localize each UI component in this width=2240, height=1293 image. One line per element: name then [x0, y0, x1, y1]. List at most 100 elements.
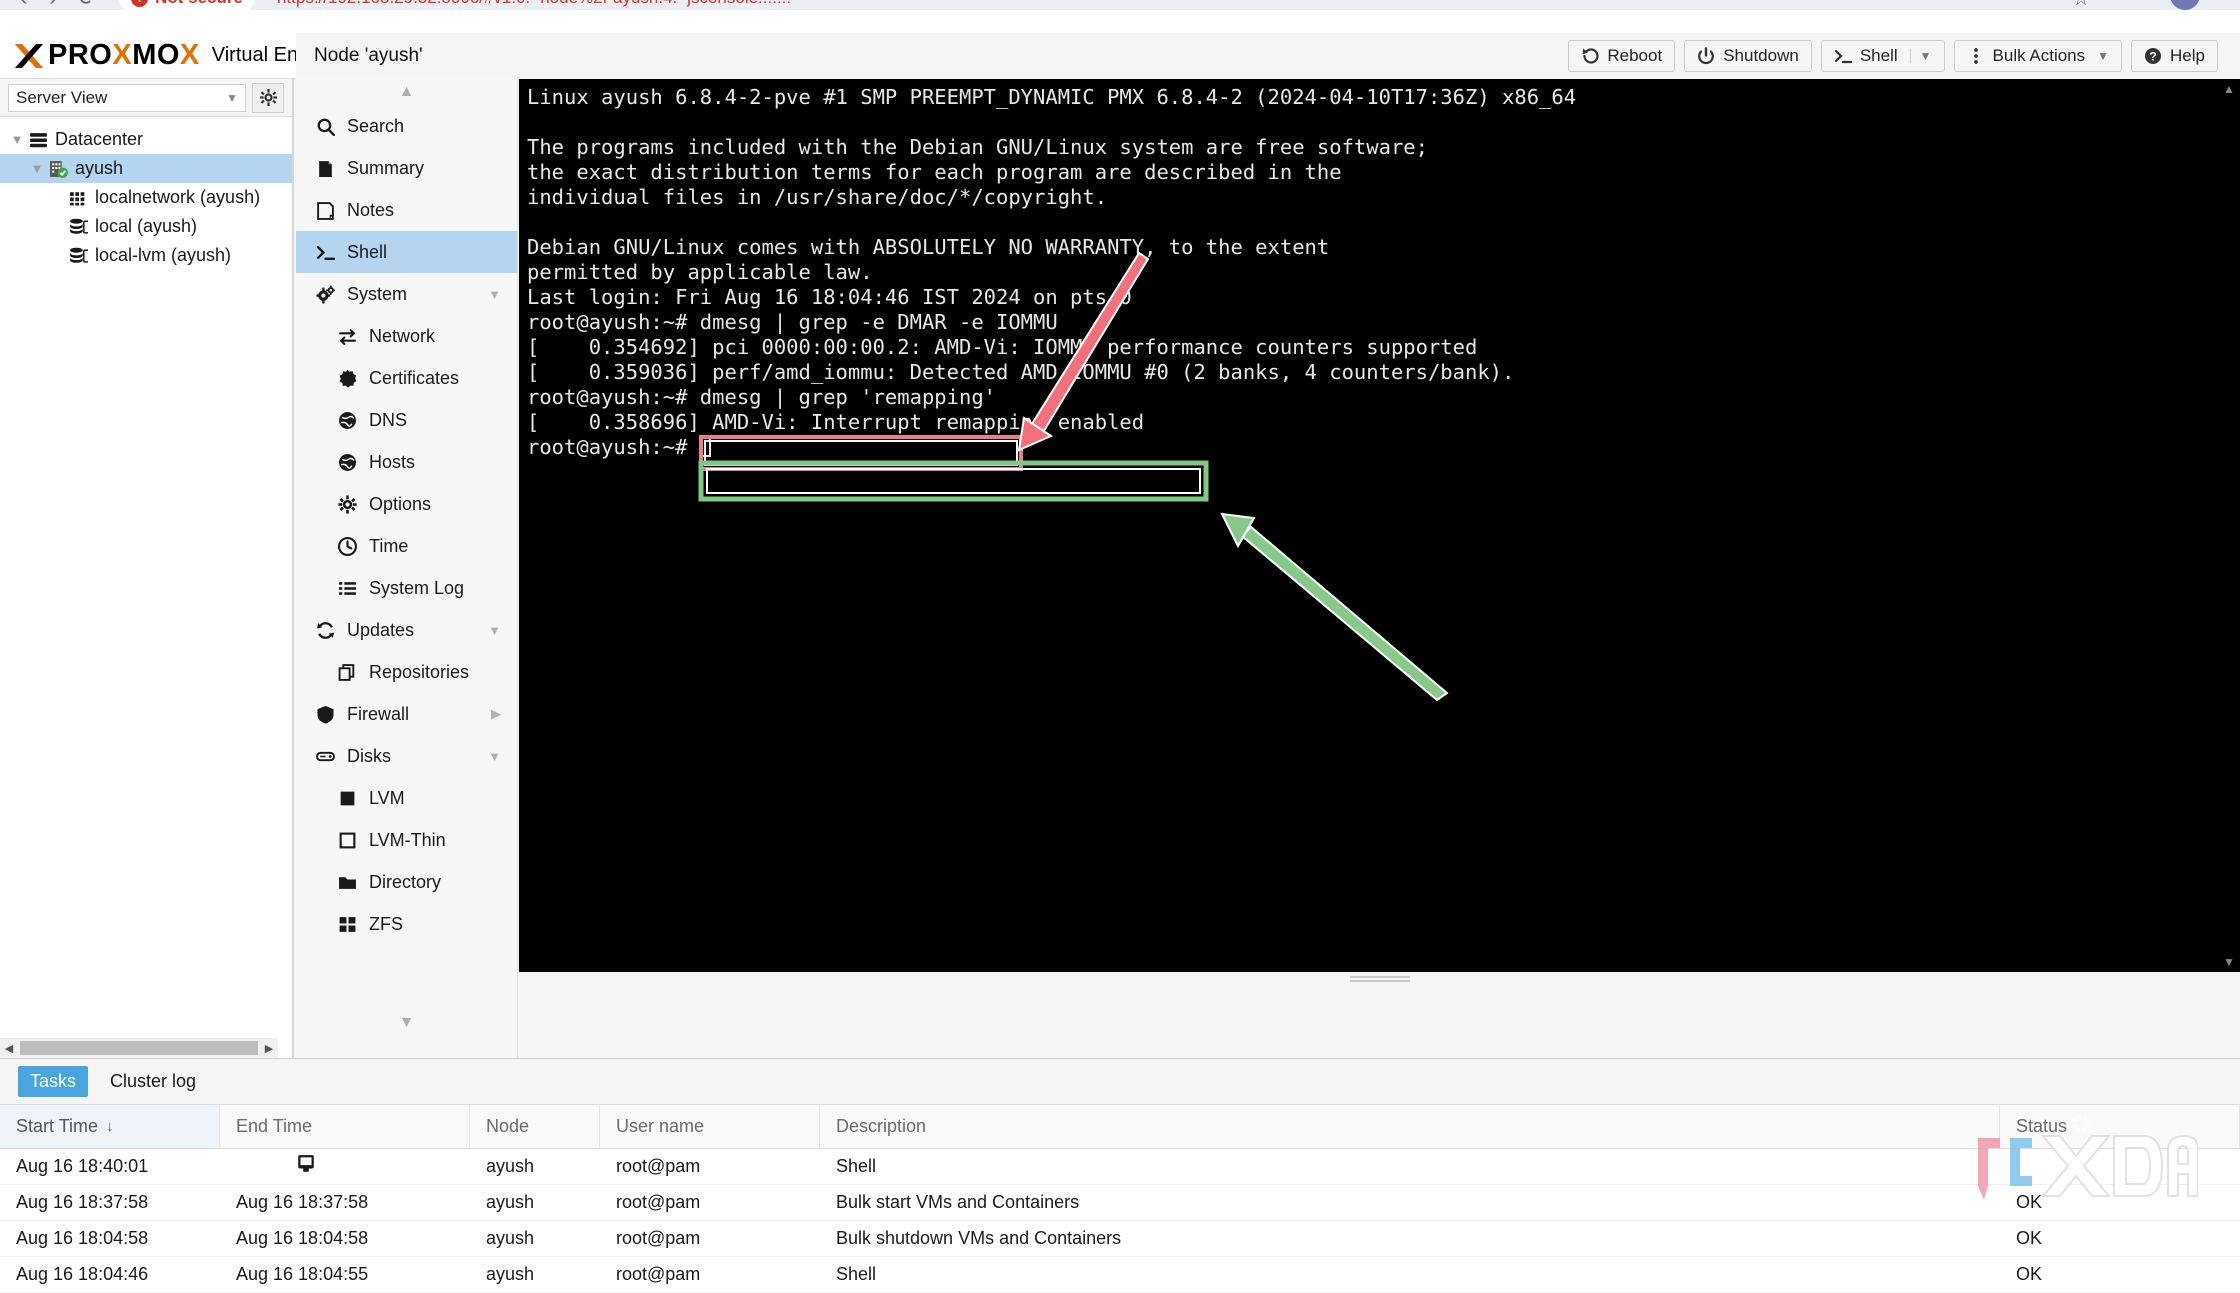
- proxmox-x-icon: [15, 43, 43, 68]
- menu-item-lvm[interactable]: LVM: [296, 777, 517, 819]
- tree-settings-button[interactable]: [252, 82, 284, 113]
- site-security-indicator[interactable]: ! Not secure: [119, 0, 255, 10]
- cell-end-time: Aug 16 18:04:58: [236, 1228, 369, 1248]
- shell-terminal[interactable]: Linux ayush 6.8.4-2-pve #1 SMP PREEMPT_D…: [519, 79, 2240, 972]
- menu-scroll-up-icon[interactable]: ▲: [296, 79, 517, 105]
- tab-cluster-log[interactable]: Cluster log: [98, 1066, 208, 1097]
- column-header-node[interactable]: Node: [470, 1105, 600, 1148]
- cell-start-time: Aug 16 18:04:58: [16, 1228, 149, 1248]
- scroll-right-icon[interactable]: ▶: [260, 1042, 278, 1055]
- help-icon: ?: [2144, 47, 2162, 65]
- tree-item-local[interactable]: local (ayush): [0, 212, 292, 241]
- reboot-button[interactable]: Reboot: [1568, 40, 1676, 72]
- expander-down-icon[interactable]: ▼: [28, 161, 46, 176]
- menu-item-shell[interactable]: Shell: [296, 231, 517, 273]
- menu-item-dns[interactable]: DNS: [296, 399, 517, 441]
- cell-description: Bulk shutdown VMs and Containers: [836, 1228, 1122, 1248]
- tree-horizontal-scrollbar[interactable]: ◀ ▶: [0, 1038, 278, 1058]
- menu-item-summary[interactable]: Summary: [296, 147, 517, 189]
- tab-tasks[interactable]: Tasks: [18, 1066, 89, 1097]
- clock-icon: [336, 536, 358, 556]
- column-header-description[interactable]: Description: [820, 1105, 2000, 1148]
- menu-item-system[interactable]: System ▼: [296, 273, 517, 315]
- menu-item-options[interactable]: Options: [296, 483, 517, 525]
- menu-item-directory[interactable]: Directory: [296, 861, 517, 903]
- globe-icon: [338, 453, 356, 471]
- cell-node: ayush: [486, 1228, 535, 1248]
- page-title: Node 'ayush': [314, 45, 423, 66]
- column-header-start-time[interactable]: Start Time ↓: [0, 1105, 220, 1148]
- shell-label: Shell: [1859, 46, 1898, 65]
- chevron-down-icon[interactable]: ▼: [2097, 49, 2109, 63]
- tree-item-local-lvm[interactable]: local-lvm (ayush): [0, 241, 292, 270]
- tasks-tabbar: Tasks Cluster log: [0, 1059, 2240, 1105]
- scrollbar-thumb[interactable]: [20, 1041, 258, 1055]
- menu-scroll-down-icon[interactable]: ▼: [296, 1010, 517, 1036]
- shell-prompt-icon: [314, 243, 336, 262]
- reload-icon[interactable]: ⟳: [79, 0, 97, 9]
- menu-item-notes[interactable]: Notes: [296, 189, 517, 231]
- certificate-icon: [338, 369, 356, 388]
- forward-arrow-icon[interactable]: ›: [49, 0, 56, 9]
- expander-down-icon[interactable]: ▼: [8, 132, 26, 147]
- tree-item-datacenter[interactable]: ▼ Datacenter: [0, 125, 292, 154]
- storage-icon: [66, 217, 90, 236]
- bulk-actions-button[interactable]: Bulk Actions ▼: [1953, 40, 2123, 72]
- table-row[interactable]: Aug 16 18:04:46 Aug 16 18:04:55 ayush root@…: [0, 1257, 2240, 1293]
- cell-status: OK: [2016, 1264, 2043, 1284]
- lvm-thin-square-icon: [339, 832, 355, 848]
- menu-item-firewall[interactable]: Firewall ▶: [296, 693, 517, 735]
- star-icon[interactable]: ☆: [2072, 0, 2090, 10]
- table-row[interactable]: Aug 16 18:40:01 ayush root@pam Shell: [0, 1149, 2240, 1185]
- help-button[interactable]: ? Help: [2131, 40, 2218, 72]
- tree-item-ayush[interactable]: ▼ ayush: [0, 154, 292, 183]
- avatar[interactable]: A: [2170, 0, 2200, 10]
- panel-resizer[interactable]: [519, 972, 2240, 1058]
- view-selector[interactable]: Server View ▼: [8, 83, 246, 112]
- table-row[interactable]: Aug 16 18:37:58 Aug 16 18:37:58 ayush root@…: [0, 1185, 2240, 1221]
- repositories-icon: [338, 663, 354, 681]
- menu-item-label: Summary: [347, 157, 425, 178]
- node-titlebar: Node 'ayush' Reboot Shutdown Shell ▼ Bulk Ac…: [296, 33, 2240, 79]
- menu-item-disks[interactable]: Disks ▼: [296, 735, 517, 777]
- menu-item-lvm-thin[interactable]: LVM-Thin: [296, 819, 517, 861]
- shield-icon: [314, 705, 336, 724]
- menu-item-time[interactable]: Time: [296, 525, 517, 567]
- menu-item-label: Search: [347, 115, 405, 136]
- proxmox-logo[interactable]: PRO X MO X: [12, 40, 200, 72]
- zfs-grid-icon: [336, 915, 358, 934]
- help-icon: ?: [2145, 48, 2162, 64]
- menu-item-search[interactable]: Search: [296, 105, 517, 147]
- menu-item-system-log[interactable]: System Log: [296, 567, 517, 609]
- chevron-down-icon[interactable]: ▼: [488, 287, 501, 302]
- back-arrow-icon[interactable]: ‹: [20, 0, 27, 9]
- scroll-down-icon[interactable]: ▼: [2223, 952, 2235, 972]
- shell-button[interactable]: Shell ▼: [1820, 40, 1945, 72]
- scroll-up-icon[interactable]: ▲: [2223, 79, 2235, 99]
- lvm-thin-square-icon: [336, 831, 358, 850]
- terminal-scrollbar[interactable]: ▲ ▼: [2218, 79, 2240, 972]
- menu-item-zfs[interactable]: ZFS: [296, 903, 517, 945]
- system-gears-icon: [314, 285, 336, 304]
- column-header-status[interactable]: Status: [2000, 1105, 2240, 1148]
- column-header-end-time[interactable]: End Time: [220, 1105, 470, 1148]
- chevron-down-icon[interactable]: ▼: [488, 749, 501, 764]
- tree-item-localnetwork[interactable]: localnetwork (ayush): [0, 183, 292, 212]
- search-icon: [317, 118, 335, 136]
- menu-item-certificates[interactable]: Certificates: [296, 357, 517, 399]
- address-bar[interactable]: https://192.168.29.32:8006/#v1:0:=node%2…: [277, 0, 791, 8]
- shutdown-button[interactable]: Shutdown: [1684, 40, 1812, 72]
- menu-item-updates[interactable]: Updates ▼: [296, 609, 517, 651]
- menu-item-repositories[interactable]: Repositories: [296, 651, 517, 693]
- chevron-down-icon[interactable]: ▼: [488, 623, 501, 638]
- column-label: Description: [836, 1116, 927, 1136]
- table-row[interactable]: Aug 16 18:04:58 Aug 16 18:04:58 ayush root@…: [0, 1221, 2240, 1257]
- column-header-user-name[interactable]: User name: [600, 1105, 820, 1148]
- chevron-right-icon[interactable]: ▶: [491, 706, 501, 722]
- scroll-left-icon[interactable]: ◀: [0, 1042, 18, 1055]
- menu-item-label: Notes: [347, 199, 395, 220]
- menu-item-hosts[interactable]: Hosts: [296, 441, 517, 483]
- menu-item-network[interactable]: Network: [296, 315, 517, 357]
- help-label: Help: [2170, 46, 2205, 65]
- split-chevron-down-icon[interactable]: ▼: [1909, 49, 1932, 63]
